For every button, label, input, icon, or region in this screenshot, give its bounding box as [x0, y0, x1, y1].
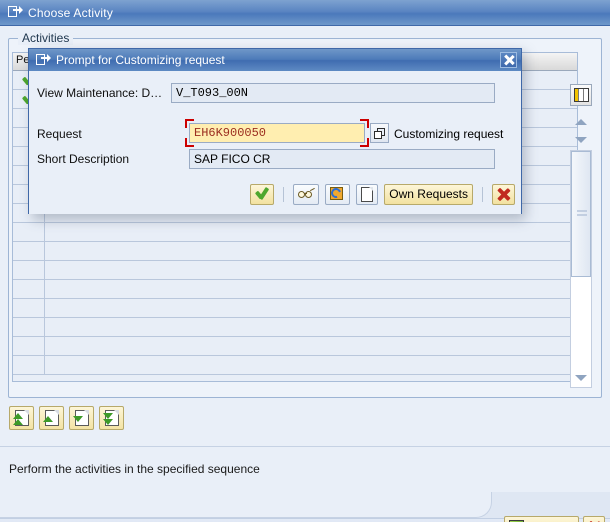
row-performed-cell[interactable]: [13, 337, 45, 355]
create-request-icon: [329, 186, 345, 201]
row-activity-cell[interactable]: [45, 261, 577, 279]
sheet-arrow-icon: [8, 6, 23, 19]
green-check-icon: [255, 188, 269, 200]
footer-curve: [0, 492, 492, 518]
view-maintenance-row: View Maintenance: D… V_T093_00N: [37, 83, 507, 103]
request-field-wrapper: EH6K900050: [185, 119, 369, 147]
dialog-title-bar: Prompt for Customizing request: [29, 49, 521, 71]
own-requests-button[interactable]: Own Requests: [384, 183, 473, 205]
table-row[interactable]: [13, 280, 577, 299]
own-requests-label: Own Requests: [389, 187, 468, 201]
choose-button[interactable]: Choose: [504, 516, 580, 522]
focus-bracket-bottom-left: [185, 138, 194, 147]
triangle-up-icon: [575, 118, 587, 125]
row-activity-cell[interactable]: [45, 280, 577, 298]
focus-bracket-top-right: [360, 119, 369, 128]
sheet-arrow-icon: [36, 53, 51, 67]
row-activity-cell[interactable]: [45, 242, 577, 260]
row-performed-cell[interactable]: [13, 280, 45, 298]
row-activity-cell[interactable]: [45, 356, 577, 374]
doc-double-down-icon: [102, 410, 119, 426]
last-activity-button[interactable]: [99, 406, 124, 430]
cancel-button[interactable]: [492, 183, 515, 205]
button-separator: [283, 186, 285, 202]
previous-activity-button[interactable]: [39, 406, 64, 430]
request-row: Request EH6K900050 Customizing request: [37, 119, 507, 147]
table-row[interactable]: [13, 242, 577, 261]
short-description-row: Short Description SAP FICO CR: [37, 149, 507, 169]
dialog-title: Prompt for Customizing request: [56, 53, 225, 67]
dialog-button-row: Own Requests: [29, 181, 523, 207]
triangle-down-icon: [575, 136, 587, 143]
blank-page-icon: [361, 186, 374, 202]
row-performed-cell[interactable]: [13, 318, 45, 336]
status-text: Perform the activities in the specified …: [9, 461, 260, 476]
short-description-label: Short Description: [37, 152, 130, 166]
customizing-request-label: Customizing request: [394, 127, 504, 141]
next-activity-button[interactable]: [69, 406, 94, 430]
short-description-field[interactable]: SAP FICO CR: [189, 149, 495, 169]
red-x-icon: [497, 188, 510, 201]
focus-bracket-bottom-right: [360, 138, 369, 147]
triangle-down-icon: [575, 374, 587, 381]
activity-nav-toolbar: [9, 406, 124, 430]
doc-double-up-icon: [12, 410, 29, 426]
row-activity-cell[interactable]: [45, 318, 577, 336]
vertical-scrollbar[interactable]: [570, 150, 592, 388]
create-request-button[interactable]: [325, 183, 351, 205]
first-activity-button[interactable]: [9, 406, 34, 430]
table-row[interactable]: [13, 318, 577, 337]
window-title-bar: Choose Activity: [0, 0, 610, 26]
row-activity-cell[interactable]: [45, 299, 577, 317]
value-help-icon[interactable]: [370, 123, 389, 143]
row-performed-cell[interactable]: [13, 356, 45, 374]
scrollbar-thumb[interactable]: [571, 151, 591, 277]
glasses-icon: [298, 187, 316, 200]
dialog-body: View Maintenance: D… V_T093_00N Request …: [29, 71, 521, 214]
request-input[interactable]: EH6K900050: [189, 123, 365, 143]
view-maintenance-field[interactable]: V_T093_00N: [171, 83, 495, 103]
button-separator: [482, 186, 483, 202]
table-row[interactable]: [13, 261, 577, 280]
activities-groupbox-label: Activities: [18, 31, 74, 45]
row-performed-cell[interactable]: [13, 223, 45, 241]
footer-cancel-button[interactable]: [583, 516, 605, 522]
scroll-up-button[interactable]: [572, 114, 590, 129]
doc-down-icon: [72, 410, 89, 426]
row-performed-cell[interactable]: [13, 261, 45, 279]
view-maintenance-label: View Maintenance: D…: [37, 86, 163, 100]
window-title: Choose Activity: [28, 5, 114, 20]
row-performed-cell[interactable]: [13, 242, 45, 260]
table-row[interactable]: [13, 337, 577, 356]
row-activity-cell[interactable]: [45, 223, 577, 241]
continue-button[interactable]: [250, 183, 275, 205]
row-activity-cell[interactable]: [45, 337, 577, 355]
table-row[interactable]: [13, 299, 577, 318]
app-window: Choose Activity Activities Pe…: [0, 0, 610, 522]
customizing-request-dialog: Prompt for Customizing request View Main…: [28, 48, 522, 214]
scrollbar-grip-icon: [577, 210, 587, 218]
new-request-button[interactable]: [356, 183, 379, 205]
table-row[interactable]: [13, 356, 577, 375]
focus-bracket-top-left: [185, 119, 194, 128]
scroll-down-button-bottom[interactable]: [572, 370, 590, 385]
display-request-button[interactable]: [293, 183, 320, 205]
request-label: Request: [37, 127, 82, 141]
close-x-icon[interactable]: [500, 52, 517, 68]
scroll-down-button[interactable]: [572, 132, 590, 147]
table-row[interactable]: [13, 223, 577, 242]
status-panel: Perform the activities in the specified …: [0, 446, 610, 490]
table-columns-icon[interactable]: [570, 84, 592, 106]
row-performed-cell[interactable]: [13, 299, 45, 317]
doc-up-icon: [42, 410, 59, 426]
